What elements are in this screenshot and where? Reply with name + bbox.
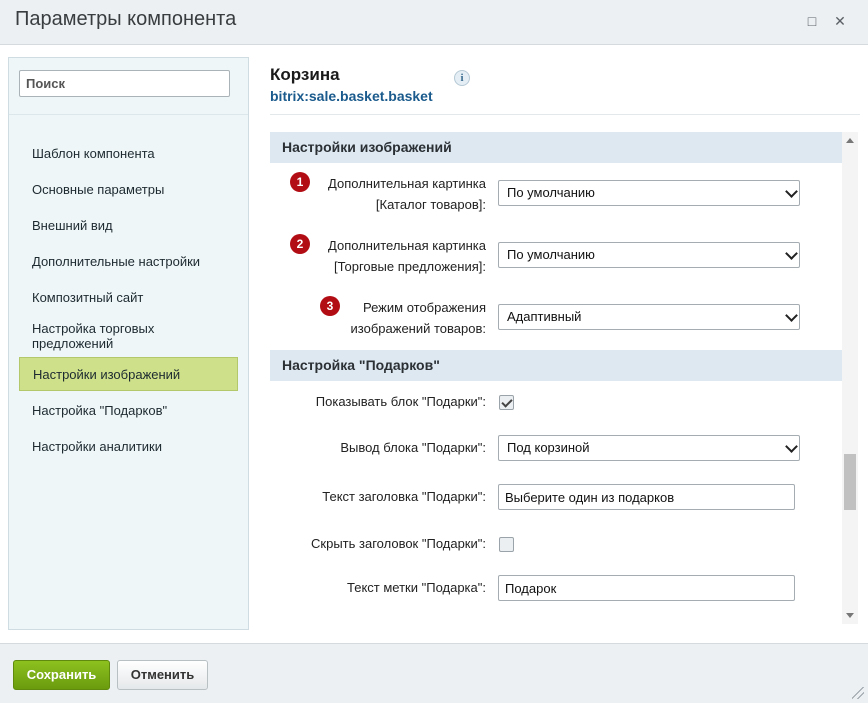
row-label: Показывать блок "Подарки":	[315, 394, 486, 409]
sidebar-item-label: Настройки аналитики	[32, 438, 163, 454]
sidebar-item-images[interactable]: Настройки изображений	[19, 357, 238, 391]
step-badge-3: 3	[320, 296, 340, 316]
label-line: [Каталог товаров]:	[375, 197, 486, 212]
section-header-gifts: Настройка "Подарков"	[270, 350, 844, 381]
select-value: По умолчанию	[507, 185, 595, 200]
scroll-up-icon[interactable]	[846, 138, 854, 143]
row-label: Текст заголовка "Подарки":	[322, 489, 486, 504]
extra-image-catalog-select[interactable]: По умолчанию	[498, 180, 800, 206]
row-label: Режим отображения изображений товаров:	[351, 297, 486, 339]
search-container	[9, 58, 248, 115]
search-input[interactable]	[19, 70, 230, 97]
select-value: По умолчанию	[507, 247, 595, 262]
select-value: Адаптивный	[507, 309, 582, 324]
step-badge-1: 1	[290, 172, 310, 192]
sidebar-item-composite[interactable]: Композитный сайт	[19, 287, 238, 307]
component-name: Корзина	[270, 65, 340, 84]
sidebar-item-main-params[interactable]: Основные параметры	[19, 179, 238, 199]
window-titlebar: Параметры компонента □ ✕	[0, 0, 868, 45]
row-label: Дополнительная картинка [Каталог товаров…	[328, 173, 486, 215]
info-icon[interactable]: i	[454, 70, 470, 86]
sidebar-item-trade-offers[interactable]: Настройка торговых предложений	[19, 319, 238, 353]
gifts-output-select[interactable]: Под корзиной	[498, 435, 800, 461]
row-label: Дополнительная картинка [Торговые предло…	[328, 235, 486, 277]
scroll-down-icon[interactable]	[846, 613, 854, 618]
row-label: Скрыть заголовок "Подарки":	[311, 536, 486, 551]
sidebar-item-appearance[interactable]: Внешний вид	[19, 215, 238, 235]
sidebar-item-additional[interactable]: Дополнительные настройки	[19, 251, 238, 271]
sidebar-item-template[interactable]: Шаблон компонента	[19, 143, 238, 163]
sidebar-item-analytics[interactable]: Настройки аналитики	[19, 436, 238, 456]
component-code: bitrix:sale.basket.basket	[270, 88, 433, 104]
section-header-images: Настройки изображений	[270, 132, 844, 163]
show-gifts-checkbox[interactable]	[499, 395, 514, 410]
extra-image-offers-select[interactable]: По умолчанию	[498, 242, 800, 268]
hide-gifts-header-checkbox[interactable]	[499, 537, 514, 552]
row-label: Текст метки "Подарка":	[347, 580, 486, 595]
sidebar-item-label: Композитный сайт	[32, 289, 144, 305]
sidebar-item-label: Внешний вид	[32, 217, 113, 233]
label-line: Дополнительная картинка	[328, 238, 486, 253]
label-line: изображений товаров:	[350, 321, 486, 336]
step-badge-2: 2	[290, 234, 310, 254]
cancel-button[interactable]: Отменить	[117, 660, 208, 690]
close-icon[interactable]: ✕	[831, 12, 849, 30]
image-display-mode-select[interactable]: Адаптивный	[498, 304, 800, 330]
sidebar-item-label-line1: Настройка торговых	[32, 321, 155, 336]
sidebar: Шаблон компонента Основные параметры Вне…	[8, 57, 249, 630]
gift-label-text-input[interactable]	[498, 575, 795, 601]
gifts-header-text-input[interactable]	[498, 484, 795, 510]
dialog-body: Шаблон компонента Основные параметры Вне…	[0, 45, 868, 643]
resize-grip-icon[interactable]	[852, 687, 864, 699]
sidebar-item-label: Основные параметры	[32, 181, 165, 197]
sidebar-item-label: Дополнительные настройки	[32, 253, 201, 269]
sidebar-item-gifts[interactable]: Настройка "Подарков"	[19, 400, 238, 420]
sidebar-item-label: Настройки изображений	[33, 366, 181, 382]
scrollbar[interactable]	[842, 132, 858, 624]
settings-scroll-area: Настройки изображений 1 Дополнительная к…	[270, 132, 854, 624]
content-panel: Корзина bitrix:sale.basket.basket i Наст…	[258, 45, 868, 643]
scrollbar-thumb[interactable]	[844, 454, 856, 510]
row-label: Вывод блока "Подарки":	[340, 440, 486, 455]
maximize-icon[interactable]: □	[803, 12, 821, 30]
label-line: [Торговые предложения]:	[333, 259, 486, 274]
dialog-footer: Сохранить Отменить	[0, 643, 868, 703]
label-line: Режим отображения	[363, 300, 486, 315]
divider	[270, 114, 860, 115]
select-value: Под корзиной	[507, 440, 590, 455]
sidebar-item-label-line2: предложений	[32, 336, 114, 351]
label-line: Дополнительная картинка	[328, 176, 486, 191]
save-button[interactable]: Сохранить	[13, 660, 110, 690]
sidebar-item-label: Шаблон компонента	[32, 145, 155, 161]
sidebar-item-label: Настройка "Подарков"	[32, 402, 168, 418]
window-title: Параметры компонента	[15, 8, 237, 30]
